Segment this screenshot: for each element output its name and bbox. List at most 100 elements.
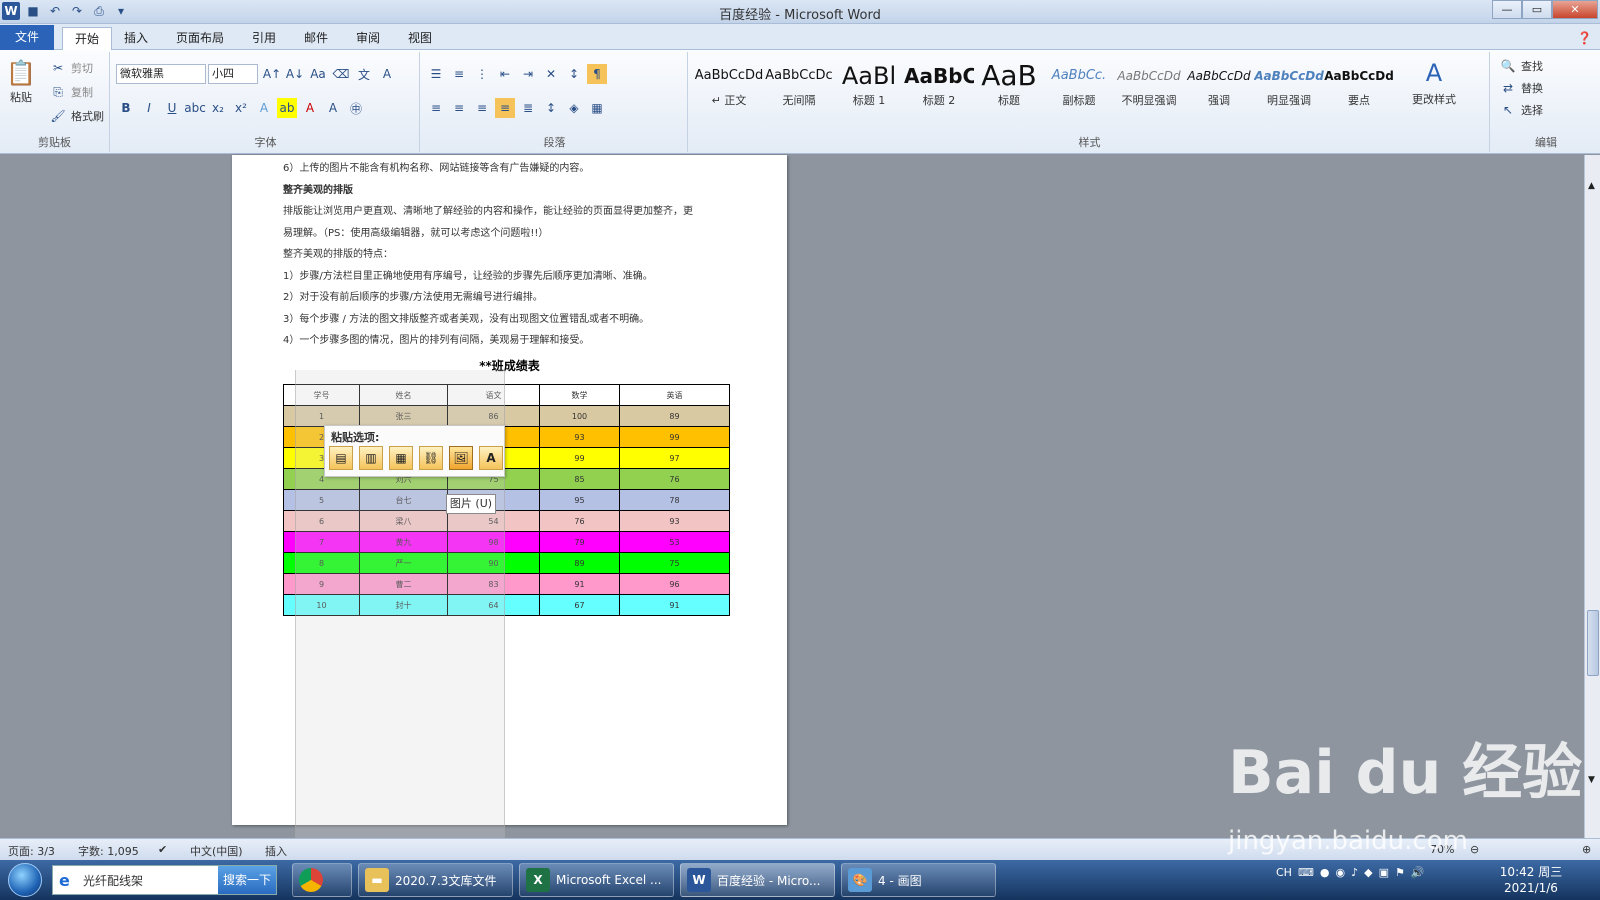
table-cell[interactable]: 76 <box>619 468 730 490</box>
style-item[interactable]: AaBbCcDc 无间隔 <box>764 60 834 116</box>
security-icon[interactable]: ◆ <box>1364 866 1372 879</box>
style-item[interactable]: AaBbC 标题 2 <box>904 60 974 116</box>
close-button[interactable]: ✕ <box>1552 0 1598 19</box>
scroll-thumb[interactable] <box>1587 610 1599 676</box>
table-cell[interactable]: 96 <box>619 573 730 595</box>
char-shading-icon[interactable]: A <box>323 98 343 118</box>
paste-use-destination-icon[interactable]: ▥ <box>359 446 383 470</box>
font-name-combo[interactable]: 微软雅黑 <box>116 64 206 84</box>
document-line[interactable]: 2）对于没有前后顺序的步骤/方法使用无需编号进行编排。 <box>283 288 543 303</box>
style-item[interactable]: AaBbCcDd 明显强调 <box>1254 60 1324 116</box>
table-cell[interactable]: 75 <box>619 552 730 574</box>
numbering-icon[interactable]: ≡ <box>449 64 469 84</box>
tab-mailings[interactable]: 邮件 <box>292 27 340 50</box>
table-cell[interactable]: 53 <box>619 531 730 553</box>
borders-icon[interactable]: ▦ <box>587 98 607 118</box>
chrome-taskbar-button[interactable] <box>292 863 352 897</box>
flag-icon[interactable]: ⚑ <box>1395 866 1405 879</box>
search-input[interactable]: 光纤配线架 <box>83 872 218 889</box>
document-line[interactable]: 易理解。（PS：使用高级编辑器，就可以考虑这个问题啦!!） <box>283 224 548 239</box>
distributed-icon[interactable]: ≣ <box>518 98 538 118</box>
qq-icon[interactable]: ◉ <box>1335 866 1345 879</box>
word-count[interactable]: 字数: 1,095 <box>78 843 139 859</box>
change-case-icon[interactable]: Aa <box>308 64 328 84</box>
vertical-scrollbar[interactable]: ▲ ▼ <box>1584 155 1600 838</box>
scroll-up-icon[interactable]: ▲ <box>1588 181 1595 191</box>
document-line[interactable]: 6）上传的图片不能含有机构名称、网站链接等含有广告嫌疑的内容。 <box>283 159 589 174</box>
tab-view[interactable]: 视图 <box>396 27 444 50</box>
start-button[interactable] <box>8 863 42 897</box>
tab-insert[interactable]: 插入 <box>112 27 160 50</box>
paste-text-only-icon[interactable]: A <box>479 446 503 470</box>
paste-merge-format-icon[interactable]: ▦ <box>389 446 413 470</box>
multilevel-list-icon[interactable]: ⋮ <box>472 64 492 84</box>
taskbar-app-word[interactable]: W 百度经验 - Micro... <box>680 863 835 897</box>
line-spacing-icon[interactable]: ↕ <box>541 98 561 118</box>
enclose-char-icon[interactable]: ㊥ <box>346 98 366 118</box>
taskbar-app-paint[interactable]: 🎨 4 - 画图 <box>841 863 996 897</box>
clear-format-icon[interactable]: ⌫ <box>331 64 351 84</box>
taskbar-app-folder[interactable]: ▬ 2020.7.3文库文件 <box>358 863 513 897</box>
decrease-indent-icon[interactable]: ⇤ <box>495 64 515 84</box>
table-cell[interactable]: 100 <box>539 405 620 427</box>
style-item[interactable]: AaBbCc. 副标题 <box>1044 60 1114 116</box>
style-item[interactable]: AaBbCcDd 要点 <box>1324 60 1394 116</box>
style-item[interactable]: AaBbCcDd 不明显强调 <box>1114 60 1184 116</box>
table-cell[interactable]: 79 <box>539 531 620 553</box>
table-cell[interactable]: 97 <box>619 447 730 469</box>
table-cell[interactable]: 91 <box>619 594 730 616</box>
cut-button[interactable]: ✂ 剪切 <box>48 58 93 78</box>
paste-picture-icon[interactable]: 🖼 <box>449 446 473 470</box>
table-cell[interactable]: 85 <box>539 468 620 490</box>
table-cell[interactable]: 99 <box>619 426 730 448</box>
taskbar-search[interactable]: e 光纤配线架 搜索一下 <box>52 865 277 895</box>
network-icon[interactable]: ▣ <box>1379 866 1389 879</box>
shrink-font-icon[interactable]: A↓ <box>285 64 305 84</box>
tab-references[interactable]: 引用 <box>240 27 288 50</box>
taskbar-app-excel[interactable]: X Microsoft Excel ... <box>519 863 674 897</box>
insert-mode[interactable]: 插入 <box>265 843 287 859</box>
tab-home[interactable]: 开始 <box>62 27 113 50</box>
keyboard-icon[interactable]: ⌨ <box>1298 866 1314 879</box>
table-cell[interactable]: 67 <box>539 594 620 616</box>
scroll-down-icon[interactable]: ▼ <box>1588 775 1595 785</box>
input-lang-indicator[interactable]: CH <box>1276 866 1292 879</box>
chinese-layout-icon[interactable]: ✕ <box>541 64 561 84</box>
zoom-in-icon[interactable]: ⊕ <box>1582 843 1591 856</box>
zoom-out-icon[interactable]: ⊖ <box>1470 843 1479 856</box>
font-color-icon[interactable]: A <box>300 98 320 118</box>
maximize-button[interactable]: ▭ <box>1522 0 1552 19</box>
change-styles-button[interactable]: A 更改样式 <box>1412 58 1456 107</box>
table-cell[interactable]: 89 <box>619 405 730 427</box>
help-icon[interactable]: ❓ <box>1573 27 1596 50</box>
align-left-icon[interactable]: ≡ <box>426 98 446 118</box>
table-cell[interactable]: 93 <box>539 426 620 448</box>
style-item[interactable]: AaB 标题 <box>974 60 1044 116</box>
bold-icon[interactable]: B <box>116 98 136 118</box>
language-status[interactable]: 中文(中国) <box>190 843 243 859</box>
table-cell[interactable]: 76 <box>539 510 620 532</box>
shading-icon[interactable]: ◈ <box>564 98 584 118</box>
justify-icon[interactable]: ≡ <box>495 98 515 118</box>
table-cell[interactable]: 78 <box>619 489 730 511</box>
bullets-icon[interactable]: ☰ <box>426 64 446 84</box>
sort-icon[interactable]: ↕ <box>564 64 584 84</box>
page-count[interactable]: 页面: 3/3 <box>8 843 55 859</box>
select-button[interactable]: ↖ 选择 <box>1498 100 1543 120</box>
table-cell[interactable]: 99 <box>539 447 620 469</box>
italic-icon[interactable]: I <box>139 98 159 118</box>
wechat-icon[interactable]: ● <box>1320 866 1330 879</box>
tab-file[interactable]: 文件 <box>0 25 54 50</box>
style-item[interactable]: AaBbCcDd ↵ 正文 <box>694 60 764 116</box>
increase-indent-icon[interactable]: ⇥ <box>518 64 538 84</box>
style-item[interactable]: AaBbCcDd 强调 <box>1184 60 1254 116</box>
document-line[interactable]: 3）每个步骤 / 方法的图文排版整齐或者美观，没有出现图文位置错乱或者不明确。 <box>283 310 649 325</box>
underline-icon[interactable]: U <box>162 98 182 118</box>
phonetic-guide-icon[interactable]: 文 <box>354 64 374 84</box>
table-cell[interactable]: 89 <box>539 552 620 574</box>
document-line[interactable]: 4）一个步骤多图的情况，图片的排列有间隔，美观易于理解和接受。 <box>283 331 589 346</box>
volume-icon[interactable]: ♪ <box>1351 866 1358 879</box>
document-line[interactable]: 1）步骤/方法栏目里正确地使用有序编号，让经验的步骤先后顺序更加清晰、准确。 <box>283 267 653 282</box>
superscript-icon[interactable]: x² <box>231 98 251 118</box>
style-item[interactable]: AaBl 标题 1 <box>834 60 904 116</box>
